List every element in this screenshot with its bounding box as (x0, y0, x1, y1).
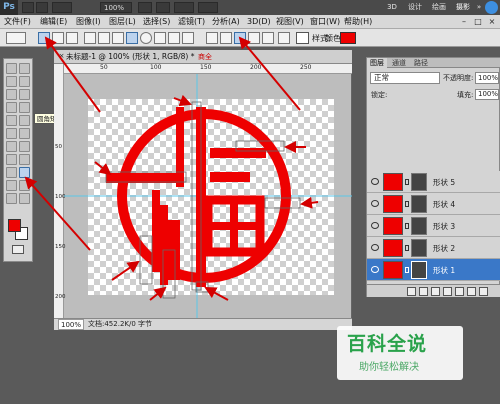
arrow-to-shape-tool (24, 176, 91, 251)
arrow-to-left-leg (111, 260, 140, 281)
arrow-to-bottom (204, 287, 229, 301)
arrow-to-shape-layers (44, 36, 101, 113)
arrow-to-stem (173, 94, 192, 107)
watermark-logo: 百科全说 (347, 333, 428, 355)
arrow-to-subtract-mode (238, 36, 301, 111)
arrow-to-left-bar (94, 161, 112, 176)
arrow-to-foot (149, 286, 167, 301)
watermark: 百科全说 助你轻松解决 (337, 326, 463, 380)
arrow-to-right-bar (300, 196, 319, 209)
watermark-subtitle: 助你轻松解决 (359, 362, 419, 373)
